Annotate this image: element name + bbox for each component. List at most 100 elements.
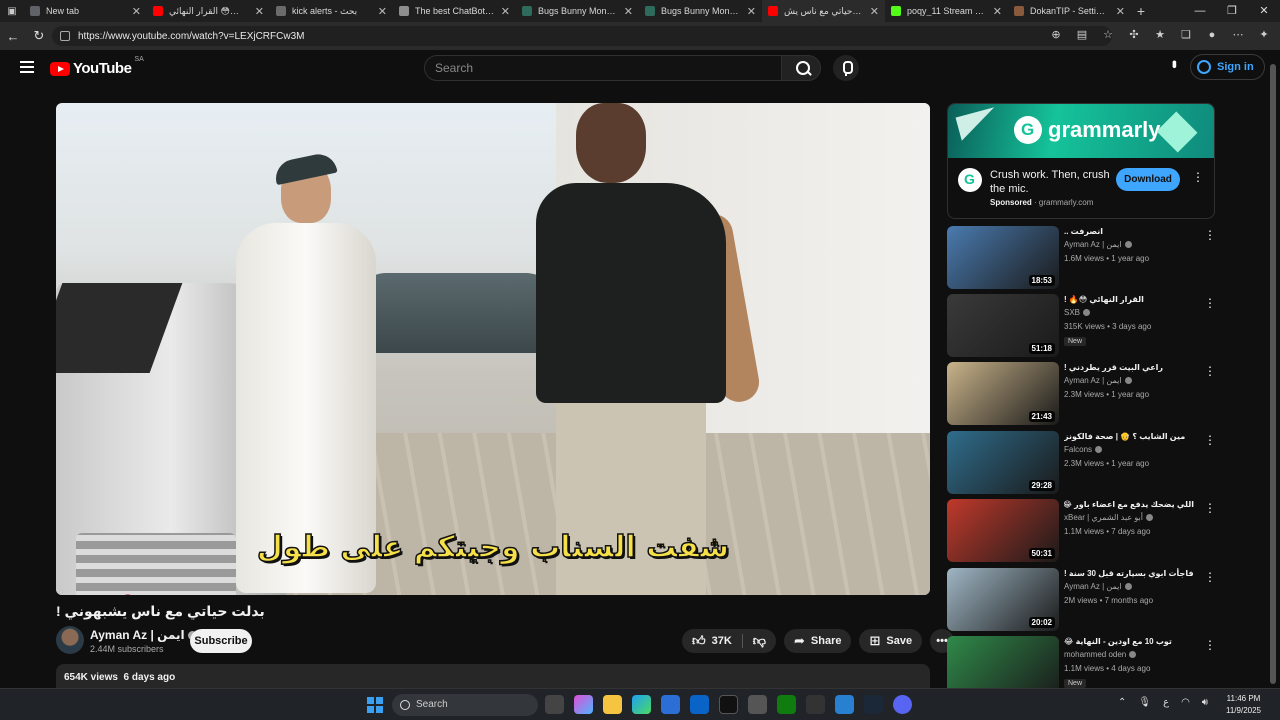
recommended-channel[interactable]: Ayman Az | ايمن — [1064, 376, 1132, 385]
browser-tab[interactable]: New tab ✕ — [24, 0, 147, 22]
video-player[interactable]: GMC شفت السناب وجيتكم على طول — [56, 103, 930, 595]
like-count[interactable]: 37K — [712, 635, 732, 647]
video-thumbnail[interactable]: 29:28 — [947, 431, 1059, 494]
copilot-app-icon[interactable] — [574, 695, 593, 714]
media-app-icon[interactable] — [806, 695, 825, 714]
recommended-title[interactable]: توب 10 مع اودين - النهاية 😂 — [1064, 636, 1194, 647]
video-thumbnail[interactable]: 20:02 — [947, 568, 1059, 631]
more-options-icon[interactable]: ⋮ — [1204, 638, 1216, 652]
channel-name[interactable]: Ayman Az | ايمن — [90, 628, 197, 642]
sign-in-button[interactable]: Sign in — [1190, 54, 1265, 80]
recommended-channel[interactable]: Ayman Az | ايمن — [1064, 582, 1132, 591]
recommended-title[interactable]: مين الشايب ؟ 👴 | صحة فالكونز — [1064, 431, 1194, 442]
photos-icon[interactable] — [835, 695, 854, 714]
browser-tab[interactable]: Bugs Bunny Money GIF ✕ — [639, 0, 762, 22]
minimize-icon[interactable]: — — [1184, 0, 1216, 22]
recommended-title[interactable]: فاجأت ابوي بسيارته قبل 30 سنة ! — [1064, 568, 1194, 579]
recommended-channel[interactable]: xBear | أبو عبد الشمري — [1064, 513, 1153, 522]
browser-tab[interactable]: The best ChatBot and V ✕ — [393, 0, 516, 22]
recommended-title[interactable]: اللي يضحك يدفع مع اعضاء باور 😂💰 — [1064, 499, 1194, 510]
url-field[interactable]: https://www.youtube.com/watch?v=LEXjCRFC… — [52, 26, 1112, 46]
collections-icon[interactable]: ❏ — [1178, 27, 1194, 43]
recommended-video[interactable]: 51:18 القرار النهائي 😳🔥 ! SXB 315K views • … — [947, 294, 1227, 358]
settings-kebab-icon[interactable]: ••• — [1167, 60, 1183, 66]
recommended-video[interactable]: 21:43 راعي البيت قرر يطردني ! Ayman Az | ا… — [947, 362, 1227, 426]
sponsored-ad-card[interactable]: grammarly Crush work. Then, crush the mi… — [947, 103, 1215, 219]
ad-download-button[interactable]: Download — [1116, 168, 1180, 191]
app-icon[interactable] — [748, 695, 767, 714]
subscribe-button[interactable]: Subscribe — [190, 629, 252, 653]
video-thumbnail[interactable]: 18:53 — [947, 226, 1059, 289]
browser-tab[interactable]: بدلت حياتي مع ناس يش... ✕ — [762, 0, 885, 22]
ctrl-app-icon[interactable] — [719, 695, 738, 714]
ad-banner[interactable]: grammarly — [948, 104, 1214, 158]
new-tab-button[interactable]: + — [1131, 3, 1151, 19]
taskbar-clock[interactable]: 11:46 PM 11/9/2025 — [1226, 693, 1261, 717]
refresh-icon[interactable]: ↻ — [26, 28, 52, 44]
search-input[interactable]: Search — [424, 55, 782, 81]
share-button[interactable]: ➦ Share — [783, 629, 852, 653]
language-indicator[interactable]: ع — [1163, 697, 1169, 708]
dislike-icon[interactable]: 👎︎ — [753, 633, 766, 649]
site-info-icon[interactable] — [60, 31, 70, 41]
taskbar-search[interactable]: Search — [392, 694, 538, 716]
video-thumbnail[interactable]: 21:43 — [947, 362, 1059, 425]
video-thumbnail[interactable]: 51:18 — [947, 294, 1059, 357]
recommended-title[interactable]: راعي البيت قرر يطردني ! — [1064, 362, 1194, 373]
advertiser-avatar[interactable] — [958, 168, 982, 192]
recommended-channel[interactable]: mohammed oden — [1064, 650, 1137, 659]
more-options-icon[interactable]: ⋮ — [1204, 570, 1216, 584]
settings-more-icon[interactable]: ⋯ — [1230, 27, 1246, 43]
file-explorer-icon[interactable] — [603, 695, 622, 714]
tab-close-icon[interactable]: ✕ — [378, 5, 387, 18]
more-options-icon[interactable]: ⋮ — [1204, 433, 1216, 447]
recommended-video[interactable]: 50:31 اللي يضحك يدفع مع اعضاء باور 😂💰 xBea… — [947, 499, 1227, 563]
description-box[interactable]: 654K views 6 days ago — [56, 664, 930, 690]
save-button[interactable]: ⊞ Save — [859, 629, 923, 653]
voice-search-button[interactable] — [833, 55, 859, 81]
xbox-icon[interactable] — [777, 695, 796, 714]
extensions-icon[interactable]: ✣ — [1126, 27, 1142, 43]
like-icon[interactable]: 👍︎ — [692, 633, 706, 649]
discord-icon[interactable] — [893, 695, 912, 714]
tab-close-icon[interactable]: ✕ — [993, 5, 1002, 18]
recommended-channel[interactable]: Ayman Az | ايمن — [1064, 240, 1132, 249]
page-scrollbar[interactable] — [1269, 50, 1277, 686]
recommended-title[interactable]: القرار النهائي 😳🔥 ! — [1064, 294, 1194, 305]
browser-tab[interactable]: DokanTIP - Settings ✕ — [1008, 0, 1131, 22]
recommended-video[interactable]: 20:02 فاجأت ابوي بسيارته قبل 30 سنة ! Ayma… — [947, 568, 1227, 632]
browser-tab[interactable]: القرار النهائي 😳🔥 - ! ✕ — [147, 0, 270, 22]
close-window-icon[interactable]: ✕ — [1248, 0, 1280, 22]
menu-icon[interactable] — [20, 61, 34, 73]
browser-tab[interactable]: poqy_11 Stream - Watc ✕ — [885, 0, 1008, 22]
tab-close-icon[interactable]: ✕ — [747, 5, 756, 18]
reading-mode-icon[interactable]: ▤ — [1074, 27, 1090, 43]
tab-close-icon[interactable]: ✕ — [624, 5, 633, 18]
back-icon[interactable]: ← — [0, 29, 26, 44]
recommended-channel[interactable]: SXB — [1064, 308, 1091, 317]
tab-close-icon[interactable]: ✕ — [1116, 5, 1125, 18]
volume-icon[interactable]: 🔊︎ — [1202, 697, 1208, 708]
browser-tab[interactable]: kick alerts - بحث ✕ — [270, 0, 393, 22]
recommended-video[interactable]: 18:53 انصرفت .. Ayman Az | ايمن 1.6M views … — [947, 226, 1227, 290]
tab-close-icon[interactable]: ✕ — [501, 5, 510, 18]
channel-avatar[interactable] — [56, 626, 84, 654]
tab-close-icon[interactable]: ✕ — [255, 5, 264, 18]
more-options-icon[interactable]: ⋮ — [1204, 296, 1216, 310]
outlook-icon[interactable] — [690, 695, 709, 714]
recommended-channel[interactable]: Falcons — [1064, 445, 1103, 454]
more-options-icon[interactable]: ⋮ — [1204, 501, 1216, 515]
tab-actions-icon[interactable]: ▣ — [0, 6, 24, 17]
copilot-icon[interactable]: ✦ — [1256, 27, 1272, 43]
profile-icon[interactable]: ● — [1204, 27, 1220, 43]
tab-close-icon[interactable]: ✕ — [870, 5, 879, 18]
store-icon[interactable] — [661, 695, 680, 714]
task-view-icon[interactable] — [545, 695, 564, 714]
wifi-icon[interactable]: ◠ — [1181, 697, 1190, 708]
ad-more-icon[interactable]: ⋮ — [1192, 170, 1204, 184]
recommended-title[interactable]: انصرفت .. — [1064, 226, 1194, 237]
edge-icon[interactable] — [632, 695, 651, 714]
tab-close-icon[interactable]: ✕ — [132, 5, 141, 18]
favorite-star-icon[interactable]: ☆ — [1100, 27, 1116, 43]
ad-headline[interactable]: Crush work. Then, crush the mic. — [990, 168, 1110, 196]
